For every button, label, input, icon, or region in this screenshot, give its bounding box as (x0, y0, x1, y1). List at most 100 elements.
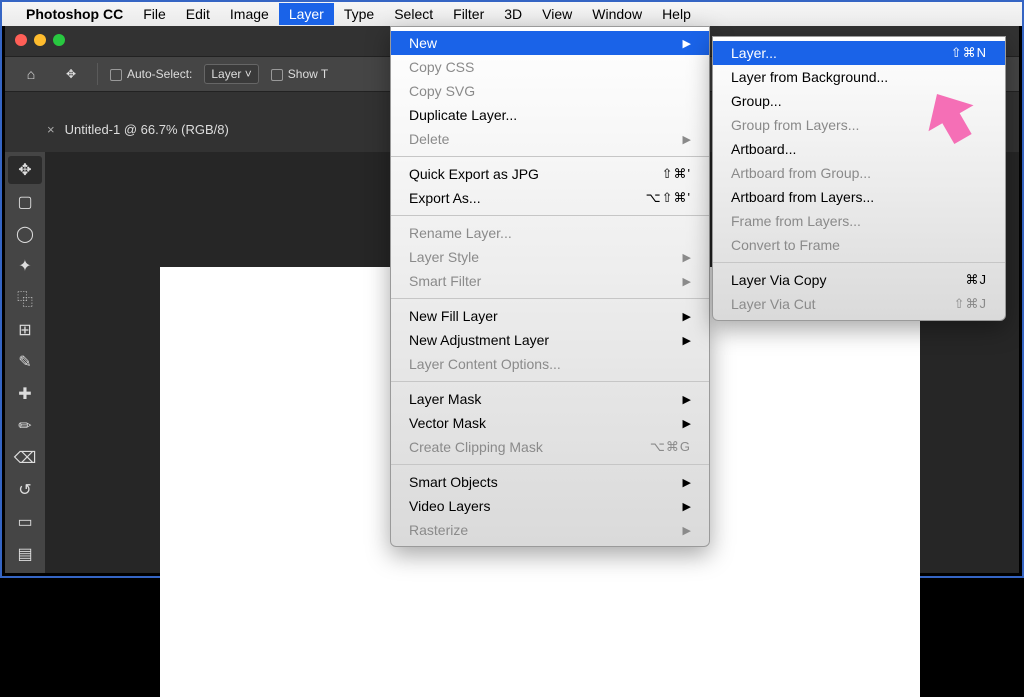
menu-item-quick-export-as-jpg[interactable]: Quick Export as JPG⇧⌘' (391, 162, 709, 186)
menu-separator (391, 381, 709, 382)
menu-separator (713, 262, 1005, 263)
menu-item-duplicate-layer[interactable]: Duplicate Layer... (391, 103, 709, 127)
menu-window[interactable]: Window (582, 3, 652, 25)
menu-item-label: Vector Mask (409, 415, 486, 431)
menu-edit[interactable]: Edit (176, 3, 220, 25)
menu-help[interactable]: Help (652, 3, 701, 25)
menu-item-copy-css: Copy CSS (391, 55, 709, 79)
app-title[interactable]: Photoshop CC (26, 6, 123, 22)
menu-item-rename-layer: Rename Layer... (391, 221, 709, 245)
zoom-icon[interactable] (53, 34, 65, 46)
menu-item-label: Frame from Layers... (731, 213, 861, 229)
menu-filter[interactable]: Filter (443, 3, 494, 25)
menu-item-frame-from-layers: Frame from Layers... (713, 209, 1005, 233)
tool-crop[interactable]: ⿻ (8, 284, 42, 312)
menu-file[interactable]: File (133, 3, 176, 25)
tool-wand[interactable]: ✦ (8, 252, 42, 280)
menu-item-shortcut: ⇧⌘N (951, 45, 987, 61)
tool-heal[interactable]: ✚ (8, 380, 42, 408)
menu-item-label: Layer Content Options... (409, 356, 561, 372)
menu-item-vector-mask[interactable]: Vector Mask ▶ (391, 411, 709, 435)
menu-item-artboard-from-layers[interactable]: Artboard from Layers... (713, 185, 1005, 209)
menu-item-label: Copy CSS (409, 59, 474, 75)
layer-new-submenu: Layer...⇧⌘N Layer from Background... Group… (712, 36, 1006, 321)
tool-brush[interactable]: ✏ (8, 412, 42, 440)
menu-item-label: Duplicate Layer... (409, 107, 517, 123)
menu-item-label: Layer from Background... (731, 69, 888, 85)
tool-move[interactable]: ✥ (8, 156, 42, 184)
menu-item-label: Artboard... (731, 141, 796, 157)
menu-item-label: Copy SVG (409, 83, 475, 99)
menu-image[interactable]: Image (220, 3, 279, 25)
move-tool-icon[interactable]: ✥ (57, 67, 85, 81)
document-tab[interactable]: × Untitled-1 @ 66.7% (RGB/8) (47, 122, 229, 137)
menu-item-shortcut: ⌥⌘G (650, 439, 691, 455)
menu-item-label: Convert to Frame (731, 237, 840, 253)
tool-eyedropper[interactable]: ✎ (8, 348, 42, 376)
menu-item-label: Layer Via Cut (731, 296, 816, 312)
menu-item-group[interactable]: Group... (713, 89, 1005, 113)
submenu-arrow-icon: ▶ (683, 524, 691, 537)
menu-item-label: Rename Layer... (409, 225, 512, 241)
menu-item-artboard[interactable]: Artboard... (713, 137, 1005, 161)
menu-item-new-fill-layer[interactable]: New Fill Layer ▶ (391, 304, 709, 328)
menu-item-layer-via-copy[interactable]: Layer Via Copy⌘J (713, 268, 1005, 292)
menu-item-label: Create Clipping Mask (409, 439, 543, 455)
submenu-arrow-icon: ▶ (683, 133, 691, 146)
menu-item-export-as[interactable]: Export As...⌥⇧⌘' (391, 186, 709, 210)
divider (97, 63, 98, 85)
auto-select-checkbox[interactable]: Auto-Select: (110, 67, 192, 81)
close-tab-icon[interactable]: × (47, 122, 55, 137)
menu-item-delete: Delete▶ (391, 127, 709, 151)
menu-item-label: Group... (731, 93, 782, 109)
tools-panel: ✥ ▢ ◯ ✦ ⿻ ⊞ ✎ ✚ ✏ ⌫ ↺ ▭ ▤ (5, 152, 45, 573)
menu-item-label: Artboard from Group... (731, 165, 871, 181)
tool-stamp[interactable]: ⌫ (8, 444, 42, 472)
submenu-arrow-icon: ▶ (683, 310, 691, 323)
menu-item-label: Layer Via Copy (731, 272, 826, 288)
menu-item-label: Quick Export as JPG (409, 166, 539, 182)
menu-item-layer-content-options: Layer Content Options... (391, 352, 709, 376)
submenu-arrow-icon: ▶ (683, 500, 691, 513)
menu-type[interactable]: Type (334, 3, 384, 25)
menu-item-new-adjustment-layer[interactable]: New Adjustment Layer▶ (391, 328, 709, 352)
menu-item-layer[interactable]: Layer...⇧⌘N (713, 41, 1005, 65)
menu-item-layer-from-background[interactable]: Layer from Background... (713, 65, 1005, 89)
macos-menubar: Photoshop CC FileEditImageLayerTypeSelec… (2, 2, 1022, 26)
tool-eraser[interactable]: ▭ (8, 508, 42, 536)
menu-item-new[interactable]: New ▶ (391, 31, 709, 55)
tool-lasso[interactable]: ◯ (8, 220, 42, 248)
submenu-arrow-icon: ▶ (683, 476, 691, 489)
menu-layer[interactable]: Layer (279, 3, 334, 25)
tool-history[interactable]: ↺ (8, 476, 42, 504)
show-transform-checkbox[interactable]: Show T (271, 67, 328, 81)
menu-item-label: New (409, 35, 437, 51)
home-icon[interactable]: ⌂ (17, 66, 45, 82)
menu-item-video-layers[interactable]: Video Layers▶ (391, 494, 709, 518)
submenu-arrow-icon: ▶ (683, 37, 691, 50)
show-transform-label: Show T (288, 67, 328, 81)
auto-select-dropdown[interactable]: Layer ˅ (204, 64, 258, 84)
tool-marquee[interactable]: ▢ (8, 188, 42, 216)
menu-item-layer-mask[interactable]: Layer Mask ▶ (391, 387, 709, 411)
menu-item-label: Layer Mask (409, 391, 481, 407)
close-icon[interactable] (15, 34, 27, 46)
menu-item-label: New Fill Layer (409, 308, 498, 324)
menu-item-convert-to-frame: Convert to Frame (713, 233, 1005, 257)
menu-item-smart-objects[interactable]: Smart Objects ▶ (391, 470, 709, 494)
menu-select[interactable]: Select (384, 3, 443, 25)
menu-item-label: Layer Style (409, 249, 479, 265)
minimize-icon[interactable] (34, 34, 46, 46)
tool-frame[interactable]: ⊞ (8, 316, 42, 344)
menu-item-label: Smart Filter (409, 273, 481, 289)
submenu-arrow-icon: ▶ (683, 393, 691, 406)
submenu-arrow-icon: ▶ (683, 417, 691, 430)
menu-view[interactable]: View (532, 3, 582, 25)
menu-3d[interactable]: 3D (494, 3, 532, 25)
menu-item-smart-filter: Smart Filter▶ (391, 269, 709, 293)
menu-item-create-clipping-mask: Create Clipping Mask ⌥⌘G (391, 435, 709, 459)
menu-separator (391, 298, 709, 299)
tool-gradient[interactable]: ▤ (8, 540, 42, 568)
window-controls[interactable] (15, 34, 65, 46)
menu-item-label: Smart Objects (409, 474, 498, 490)
